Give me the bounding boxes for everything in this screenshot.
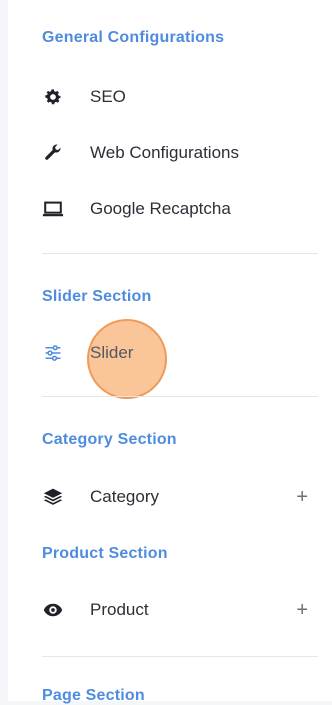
- section-title-slider: Slider Section: [42, 288, 152, 305]
- section-title-category: Category Section: [42, 431, 177, 448]
- laptop-icon: [42, 198, 64, 220]
- expand-icon[interactable]: +: [296, 600, 308, 620]
- section-title-product: Product Section: [42, 545, 168, 562]
- eye-icon: [42, 599, 64, 621]
- sidebar-item-label: Web Configurations: [90, 143, 239, 162]
- sidebar-item-label: Slider: [90, 343, 134, 362]
- sidebar-item-label: Google Recaptcha: [90, 199, 231, 218]
- sidebar-item-google-recaptcha[interactable]: Google Recaptcha: [42, 189, 308, 229]
- expand-icon[interactable]: +: [296, 487, 308, 507]
- sidebar-item-label: Product: [90, 600, 149, 619]
- sidebar-item-label: SEO: [90, 87, 126, 106]
- sliders-icon: [42, 342, 64, 364]
- section-title-general: General Configurations: [42, 29, 225, 46]
- sidebar-item-web-configurations[interactable]: Web Configurations: [42, 133, 308, 173]
- gear-icon: [42, 86, 64, 108]
- divider: [42, 396, 318, 397]
- wrench-icon: [42, 142, 64, 164]
- sidebar-item-slider[interactable]: Slider: [42, 333, 308, 373]
- layers-icon: [42, 486, 64, 508]
- sidebar-item-product[interactable]: Product +: [42, 590, 308, 630]
- sidebar-item-category[interactable]: Category +: [42, 477, 308, 517]
- divider: [42, 253, 318, 254]
- divider: [42, 656, 318, 657]
- section-title-page: Page Section: [42, 687, 145, 704]
- sidebar-item-label: Category: [90, 487, 159, 506]
- sidebar-item-seo[interactable]: SEO: [42, 77, 308, 117]
- sidebar-panel: General Configurations SEO Web Configura…: [8, 0, 332, 704]
